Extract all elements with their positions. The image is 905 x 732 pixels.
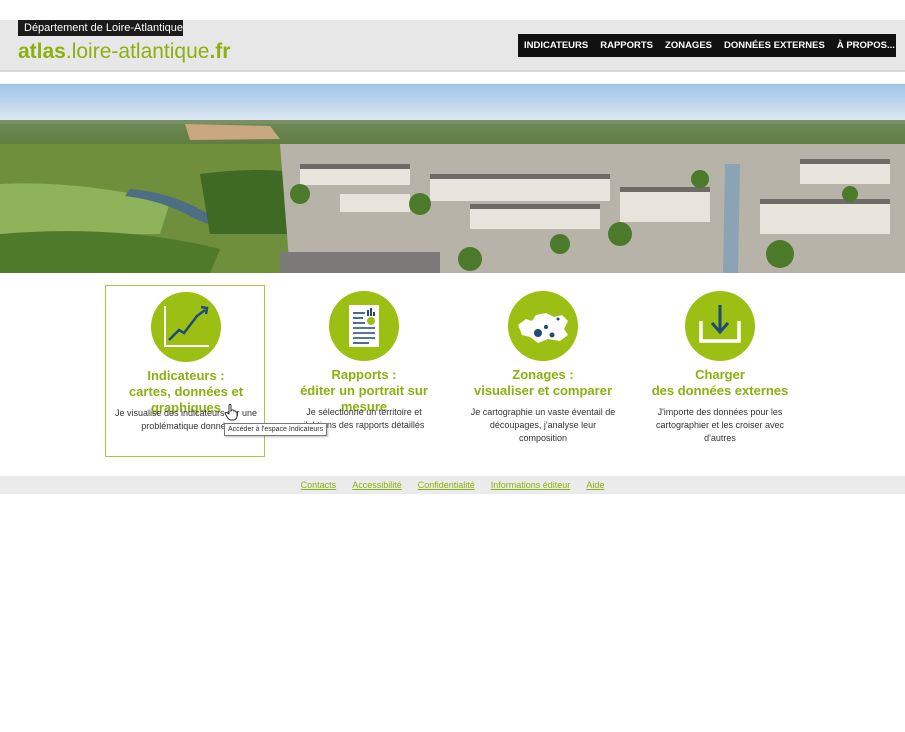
footer-link-contacts[interactable]: Contacts	[301, 480, 337, 490]
nav-item-indicateurs[interactable]: INDICATEURS	[524, 40, 588, 51]
nav-item-a-propos[interactable]: À PROPOS...	[837, 40, 895, 51]
main-navigation: INDICATEURS RAPPORTS ZONAGES DONNÉES EXT…	[518, 34, 896, 57]
logo-part-tld: .fr	[209, 40, 231, 63]
footer-link-confidentialite[interactable]: Confidentialité	[418, 480, 475, 490]
card-title: Charger des données externes	[651, 367, 789, 398]
site-header: Département de Loire-Atlantique atlas.lo…	[0, 20, 905, 72]
site-logo[interactable]: atlas.loire-atlantique.fr	[18, 40, 230, 64]
logo-part-atlas: atlas	[18, 40, 66, 63]
logo-part-domain: .loire-atlantique	[65, 40, 210, 63]
report-document-icon	[329, 291, 399, 361]
hand-cursor-icon	[224, 404, 238, 421]
footer-link-informations-editeur[interactable]: Informations éditeur	[491, 480, 571, 490]
tooltip: Accéder à l'espace Indicateurs	[224, 423, 328, 436]
card-zonages[interactable]: Zonages : visualiser et comparer Je cart…	[463, 285, 623, 457]
nav-item-donnees-externes[interactable]: DONNÉES EXTERNES	[724, 40, 825, 51]
card-title: Zonages : visualiser et comparer	[473, 367, 613, 398]
department-label[interactable]: Département de Loire-Atlantique	[18, 20, 183, 36]
nav-item-zonages[interactable]: ZONAGES	[665, 40, 712, 51]
line-chart-icon	[151, 292, 221, 362]
download-tray-icon	[685, 291, 755, 361]
footer-link-aide[interactable]: Aide	[586, 480, 604, 490]
card-description: J'importe des données pour les cartograp…	[655, 407, 785, 443]
card-donnees-externes[interactable]: Charger des données externes J'importe d…	[640, 285, 800, 457]
card-description: Je cartographie un vaste éventail de déc…	[470, 407, 616, 443]
nav-item-rapports[interactable]: RAPPORTS	[600, 40, 653, 51]
hero-aerial-photo	[0, 84, 905, 273]
map-zones-icon	[508, 291, 578, 361]
footer-link-accessibilite[interactable]: Accessibilité	[352, 480, 402, 490]
feature-cards: Indicateurs : cartes, données et graphiq…	[0, 285, 905, 465]
site-footer: Contacts Accessibilité Confidentialité I…	[0, 476, 905, 494]
